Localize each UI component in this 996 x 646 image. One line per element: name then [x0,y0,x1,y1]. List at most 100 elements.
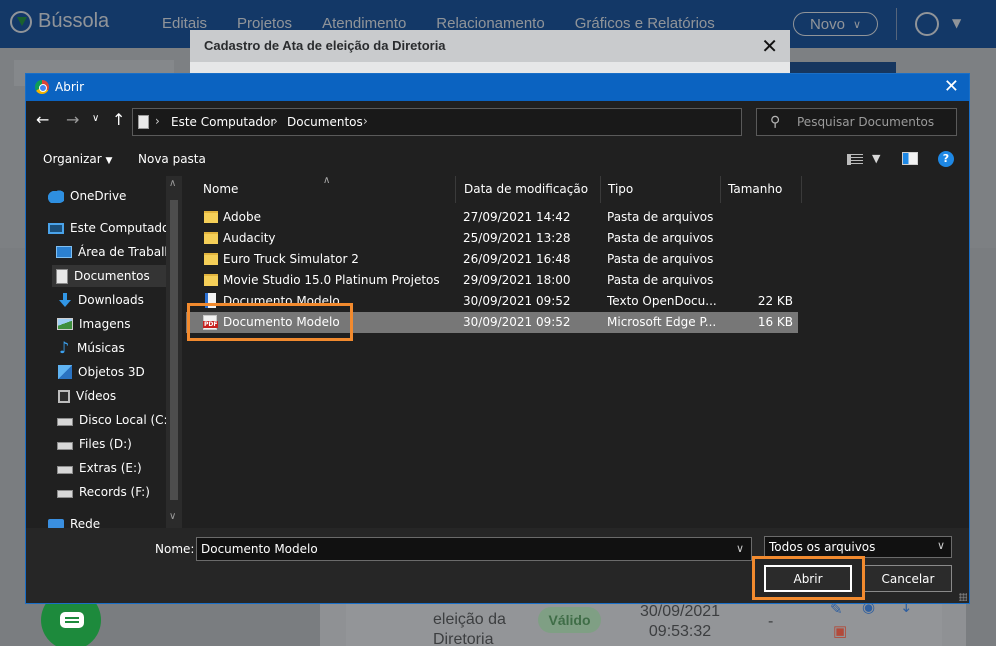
user-avatar[interactable] [915,12,939,36]
back-arrow-icon[interactable]: ← [36,110,49,129]
network-icon [48,519,64,528]
preview-pane-icon[interactable] [902,152,918,165]
nav-item-imagens[interactable]: Imagens [57,313,166,335]
chevron-right-icon[interactable]: › [155,114,160,128]
file-type: Texto OpenDocu... [607,294,717,308]
view-options-caret-icon[interactable]: ▼ [872,152,880,165]
nav-item-videos[interactable]: Vídeos [58,385,166,407]
file-modified: 30/09/2021 09:52 [463,315,571,329]
dialog-close-icon[interactable]: ✕ [944,76,959,97]
breadcrumb-documentos[interactable]: Documentos [287,115,363,129]
open-file-dialog: Abrir ✕ ← → ∨ ↑ › Este Computador › Docu… [25,73,970,604]
modal-title: Cadastro de Ata de eleição da Diretoria [204,38,446,53]
nav-item-files-d[interactable]: Files (D:) [57,433,166,455]
search-placeholder: Pesquisar Documentos [797,115,935,129]
view-details-icon[interactable] [847,154,863,165]
videos-icon [58,389,70,403]
nav-item-disco-local-c[interactable]: Disco Local (C:) [57,409,172,431]
nav-item-records-f[interactable]: Records (F:) [57,481,166,503]
cancel-button[interactable]: Cancelar [864,565,952,592]
folder-icon [204,232,218,244]
chevron-down-icon: ∨ [852,18,862,31]
help-icon[interactable]: ? [938,151,954,167]
file-type: Pasta de arquivos [607,252,714,266]
downloads-icon [58,293,72,307]
drive-icon [57,466,73,474]
user-menu-caret-icon[interactable]: ▼ [952,16,961,30]
forward-arrow-icon[interactable]: → [66,110,79,129]
scroll-up-icon[interactable]: ∧ [169,178,176,189]
modal-header: Cadastro de Ata de eleição da Diretoria … [190,30,790,62]
drive-icon [57,418,73,426]
nav-item-rede[interactable]: Rede [48,513,166,528]
pictures-icon [57,318,73,330]
scrollbar-thumb[interactable] [170,200,178,500]
dialog-title: Abrir [55,80,85,94]
resize-grip-icon[interactable] [959,593,967,601]
computer-icon [48,222,64,234]
app-logo[interactable]: Bússola [10,10,109,33]
nav-item-objetos-3d[interactable]: Objetos 3D [58,361,166,383]
file-name: Adobe [223,210,261,224]
onedrive-icon [48,189,64,203]
folder-icon [204,274,218,286]
file-row[interactable]: Documento Modelo 30/09/2021 09:52 Texto … [186,291,798,312]
search-field[interactable]: ⚲ Pesquisar Documentos [756,108,957,136]
open-button[interactable]: Abrir [764,565,852,592]
nav-item-onedrive[interactable]: OneDrive [48,185,166,207]
recent-locations-chevron-icon[interactable]: ∨ [92,113,99,124]
new-folder-button[interactable]: Nova pasta [138,152,206,166]
chevron-right-icon[interactable]: › [363,114,368,128]
novo-button[interactable]: Novo ∨ [793,12,878,36]
file-list: Nome ∧ Data de modificação Tipo Tamanho … [186,175,969,528]
filetype-select[interactable]: Todos os arquivos ∨ [764,536,952,558]
novo-button-label: Novo [809,15,845,33]
sort-up-icon: ∧ [323,175,331,186]
address-row: ← → ∨ ↑ › Este Computador › Documentos ›… [26,101,969,143]
nav-item-documentos[interactable]: Documentos [52,265,166,287]
dialog-titlebar[interactable]: Abrir ✕ [26,74,969,101]
file-row[interactable]: Adobe 27/09/2021 14:42 Pasta de arquivos [186,207,798,228]
chat-bubble-icon [60,612,84,628]
up-arrow-icon[interactable]: ↑ [112,110,125,129]
column-header-name[interactable]: Nome ∧ [186,175,456,203]
file-row-selected[interactable]: Documento Modelo 30/09/2021 09:52 Micros… [186,312,798,333]
compass-logo-icon [10,10,32,33]
breadcrumb-este-computador[interactable]: Este Computador [171,115,275,129]
trash-icon[interactable]: ▣ [833,622,847,642]
file-row[interactable]: Movie Studio 15.0 Platinum Projetos 29/0… [186,270,798,291]
file-name: Movie Studio 15.0 Platinum Projetos [223,273,440,287]
file-type: Pasta de arquivos [607,273,714,287]
file-row[interactable]: Audacity 25/09/2021 13:28 Pasta de arqui… [186,228,798,249]
scroll-down-icon[interactable]: ∨ [169,511,176,522]
column-header-type[interactable]: Tipo [601,176,721,203]
file-row[interactable]: Euro Truck Simulator 2 26/09/2021 16:48 … [186,249,798,270]
file-type: Pasta de arquivos [607,231,714,245]
filename-input[interactable] [196,537,752,561]
file-size: 16 KB [757,315,793,329]
pdf-icon [203,315,219,330]
file-name: Audacity [223,231,276,245]
address-bar[interactable]: › Este Computador › Documentos › ∨ ↻ [132,108,837,136]
column-header-modified[interactable]: Data de modificação [456,176,601,203]
nav-item-downloads[interactable]: Downloads [58,289,166,311]
file-modified: 25/09/2021 13:28 [463,231,571,245]
documents-location-icon [138,115,149,129]
nav-item-area-de-trabalho[interactable]: Área de Trabalho [56,241,179,263]
nav-item-extras-e[interactable]: Extras (E:) [57,457,166,479]
filename-dropdown-icon[interactable]: ∨ [736,542,744,555]
nav-item-este-computador[interactable]: Este Computador [48,217,174,239]
organize-button[interactable]: Organizar ▼ [43,152,112,166]
desktop-icon [56,246,72,258]
chevron-right-icon[interactable]: › [273,114,278,128]
nav-item-musicas[interactable]: Músicas [59,337,166,359]
column-header-size[interactable]: Tamanho [721,176,802,203]
file-name: Documento Modelo [223,315,340,329]
chevron-down-icon: ∨ [936,539,945,552]
dialog-footer: Nome: ∨ Todos os arquivos ∨ Abrir Cancel… [26,528,969,603]
modal-close-icon[interactable]: ✕ [761,34,778,58]
drive-icon [57,490,73,498]
file-modified: 26/09/2021 16:48 [463,252,571,266]
nav-pane-scrollbar[interactable]: ∧ ∨ [166,176,182,528]
filename-label: Nome: [155,542,195,556]
